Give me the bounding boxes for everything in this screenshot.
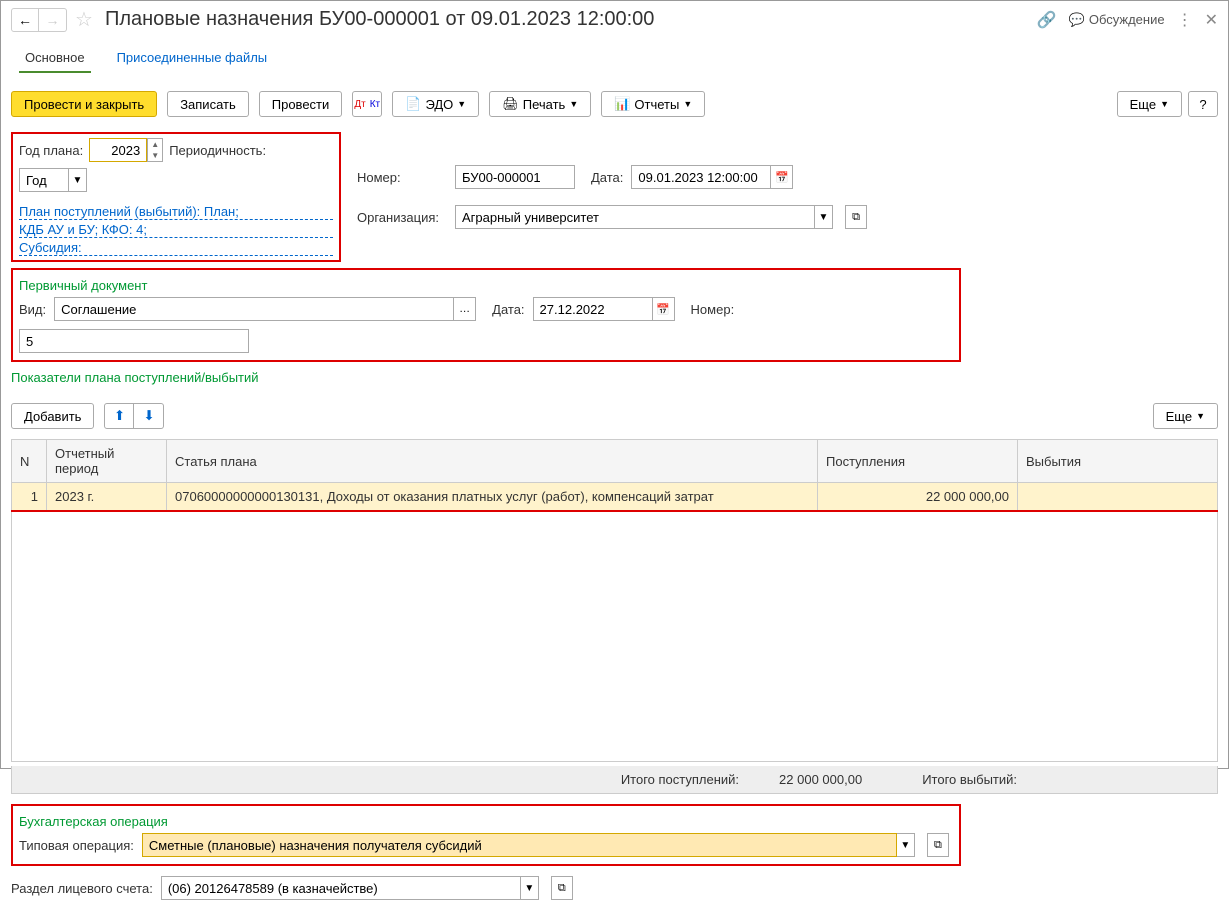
number-input[interactable] bbox=[455, 165, 575, 189]
nav-buttons: ← → bbox=[11, 8, 67, 32]
plan-link-2[interactable]: КДБ АУ и БУ; КФО: 4; bbox=[19, 222, 333, 238]
move-down-button[interactable]: ⬇ bbox=[134, 403, 164, 429]
link-icon[interactable]: 🔗 bbox=[1037, 10, 1057, 30]
year-label: Год плана: bbox=[19, 143, 83, 158]
doc-icon: 📄 bbox=[405, 96, 421, 112]
close-icon[interactable]: ✕ bbox=[1205, 10, 1218, 30]
save-button[interactable]: Записать bbox=[167, 91, 249, 117]
pd-type-input[interactable] bbox=[54, 297, 454, 321]
col-n[interactable]: N bbox=[12, 440, 47, 483]
plan-link-3[interactable]: Субсидия: bbox=[19, 240, 333, 256]
col-item[interactable]: Статья плана bbox=[167, 440, 818, 483]
page-title: Плановые назначения БУ00-000001 от 09.01… bbox=[105, 8, 654, 31]
pd-number-input[interactable] bbox=[19, 329, 249, 353]
period-label: Периодичность: bbox=[169, 143, 266, 158]
add-button[interactable]: Добавить bbox=[11, 403, 94, 429]
year-spinner[interactable]: ▲ ▼ bbox=[147, 138, 163, 162]
reports-label: Отчеты bbox=[634, 97, 679, 112]
edo-button[interactable]: 📄ЭДО ▼ bbox=[392, 91, 479, 117]
pd-type-select[interactable]: … bbox=[454, 297, 476, 321]
cell-period: 2023 г. bbox=[47, 483, 167, 512]
favorite-icon[interactable]: ☆ bbox=[75, 7, 93, 32]
operation-title: Бухгалтерская операция bbox=[19, 814, 953, 829]
cell-n: 1 bbox=[12, 483, 47, 512]
table-empty-area bbox=[11, 512, 1218, 762]
more-label: Еще bbox=[1130, 97, 1156, 112]
tab-files[interactable]: Присоединенные файлы bbox=[103, 44, 282, 73]
chart-icon: 📊 bbox=[614, 96, 630, 112]
operation-label: Типовая операция: bbox=[19, 838, 134, 853]
col-period[interactable]: Отчетный период bbox=[47, 440, 167, 483]
print-button[interactable]: 🖨Печать ▼ bbox=[489, 91, 591, 117]
org-input[interactable] bbox=[455, 205, 815, 229]
period-input[interactable] bbox=[19, 168, 69, 192]
more-button[interactable]: Еще ▼ bbox=[1117, 91, 1182, 117]
plan-link-1[interactable]: План поступлений (выбытий): План; bbox=[19, 204, 333, 220]
indicators-table: N Отчетный период Статья плана Поступлен… bbox=[11, 439, 1218, 512]
date-calendar-button[interactable]: 📅 bbox=[771, 165, 793, 189]
operation-input[interactable] bbox=[142, 833, 897, 857]
operation-open-button[interactable]: ⧉ bbox=[927, 833, 949, 857]
account-label: Раздел лицевого счета: bbox=[11, 881, 153, 896]
col-outcome[interactable]: Выбытия bbox=[1018, 440, 1218, 483]
cell-item: 07060000000000130131, Доходы от оказания… bbox=[167, 483, 818, 512]
discuss-label: Обсуждение bbox=[1089, 12, 1165, 27]
tabs: Основное Присоединенные файлы bbox=[1, 44, 1228, 73]
arrow-down-icon: ⬇ bbox=[143, 408, 154, 424]
total-outcome-label: Итого выбытий: bbox=[922, 772, 1017, 787]
period-dropdown[interactable]: ▼ bbox=[69, 168, 87, 192]
indicators-title: Показатели плана поступлений/выбытий bbox=[11, 370, 1218, 385]
print-label: Печать bbox=[523, 97, 566, 112]
date-input[interactable] bbox=[631, 165, 771, 189]
forward-button[interactable]: → bbox=[39, 8, 67, 32]
printer-icon: 🖨 bbox=[502, 96, 519, 112]
table-header-row: N Отчетный период Статья плана Поступлен… bbox=[12, 440, 1218, 483]
help-button[interactable]: ? bbox=[1188, 91, 1218, 117]
pd-date-input[interactable] bbox=[533, 297, 653, 321]
primary-doc-title: Первичный документ bbox=[19, 278, 953, 293]
year-input[interactable] bbox=[89, 138, 147, 162]
discuss-button[interactable]: 💬 Обсуждение bbox=[1069, 12, 1165, 28]
toolbar: Провести и закрыть Записать Провести ДтК… bbox=[1, 83, 1228, 125]
more-icon[interactable]: ⋮ bbox=[1177, 10, 1193, 30]
cell-outcome bbox=[1018, 483, 1218, 512]
pd-type-label: Вид: bbox=[19, 302, 46, 317]
move-up-button[interactable]: ⬆ bbox=[104, 403, 134, 429]
total-outcome-value bbox=[1057, 772, 1207, 787]
arrow-up-icon: ⬆ bbox=[114, 408, 125, 424]
tab-main[interactable]: Основное bbox=[11, 44, 99, 73]
number-label: Номер: bbox=[357, 170, 447, 185]
totals-bar: Итого поступлений: 22 000 000,00 Итого в… bbox=[11, 766, 1218, 794]
speech-icon: 💬 bbox=[1069, 12, 1085, 28]
cell-income: 22 000 000,00 bbox=[818, 483, 1018, 512]
org-label: Организация: bbox=[357, 210, 447, 225]
submit-close-button[interactable]: Провести и закрыть bbox=[11, 91, 157, 117]
header: ← → ☆ Плановые назначения БУ00-000001 от… bbox=[1, 1, 1228, 38]
table-more-label: Еще bbox=[1166, 409, 1192, 424]
year-down[interactable]: ▼ bbox=[148, 150, 162, 161]
account-input[interactable] bbox=[161, 876, 521, 900]
pd-number-label: Номер: bbox=[691, 302, 735, 317]
pd-date-calendar[interactable]: 📅 bbox=[653, 297, 675, 321]
account-dropdown[interactable]: ▼ bbox=[521, 876, 539, 900]
account-open-button[interactable]: ⧉ bbox=[551, 876, 573, 900]
total-income-value: 22 000 000,00 bbox=[779, 772, 862, 787]
year-up[interactable]: ▲ bbox=[148, 139, 162, 150]
reports-button[interactable]: 📊Отчеты ▼ bbox=[601, 91, 705, 117]
table-more-button[interactable]: Еще ▼ bbox=[1153, 403, 1218, 429]
date-label: Дата: bbox=[591, 170, 623, 185]
total-income-label: Итого поступлений: bbox=[621, 772, 739, 787]
col-income[interactable]: Поступления bbox=[818, 440, 1018, 483]
edo-label: ЭДО bbox=[425, 97, 453, 112]
submit-button[interactable]: Провести bbox=[259, 91, 343, 117]
operation-dropdown[interactable]: ▼ bbox=[897, 833, 915, 857]
table-row[interactable]: 1 2023 г. 07060000000000130131, Доходы о… bbox=[12, 483, 1218, 512]
dtct-button[interactable]: ДтКт bbox=[352, 91, 382, 117]
back-button[interactable]: ← bbox=[11, 8, 39, 32]
pd-date-label: Дата: bbox=[492, 302, 524, 317]
org-open-button[interactable]: ⧉ bbox=[845, 205, 867, 229]
org-dropdown[interactable]: ▼ bbox=[815, 205, 833, 229]
